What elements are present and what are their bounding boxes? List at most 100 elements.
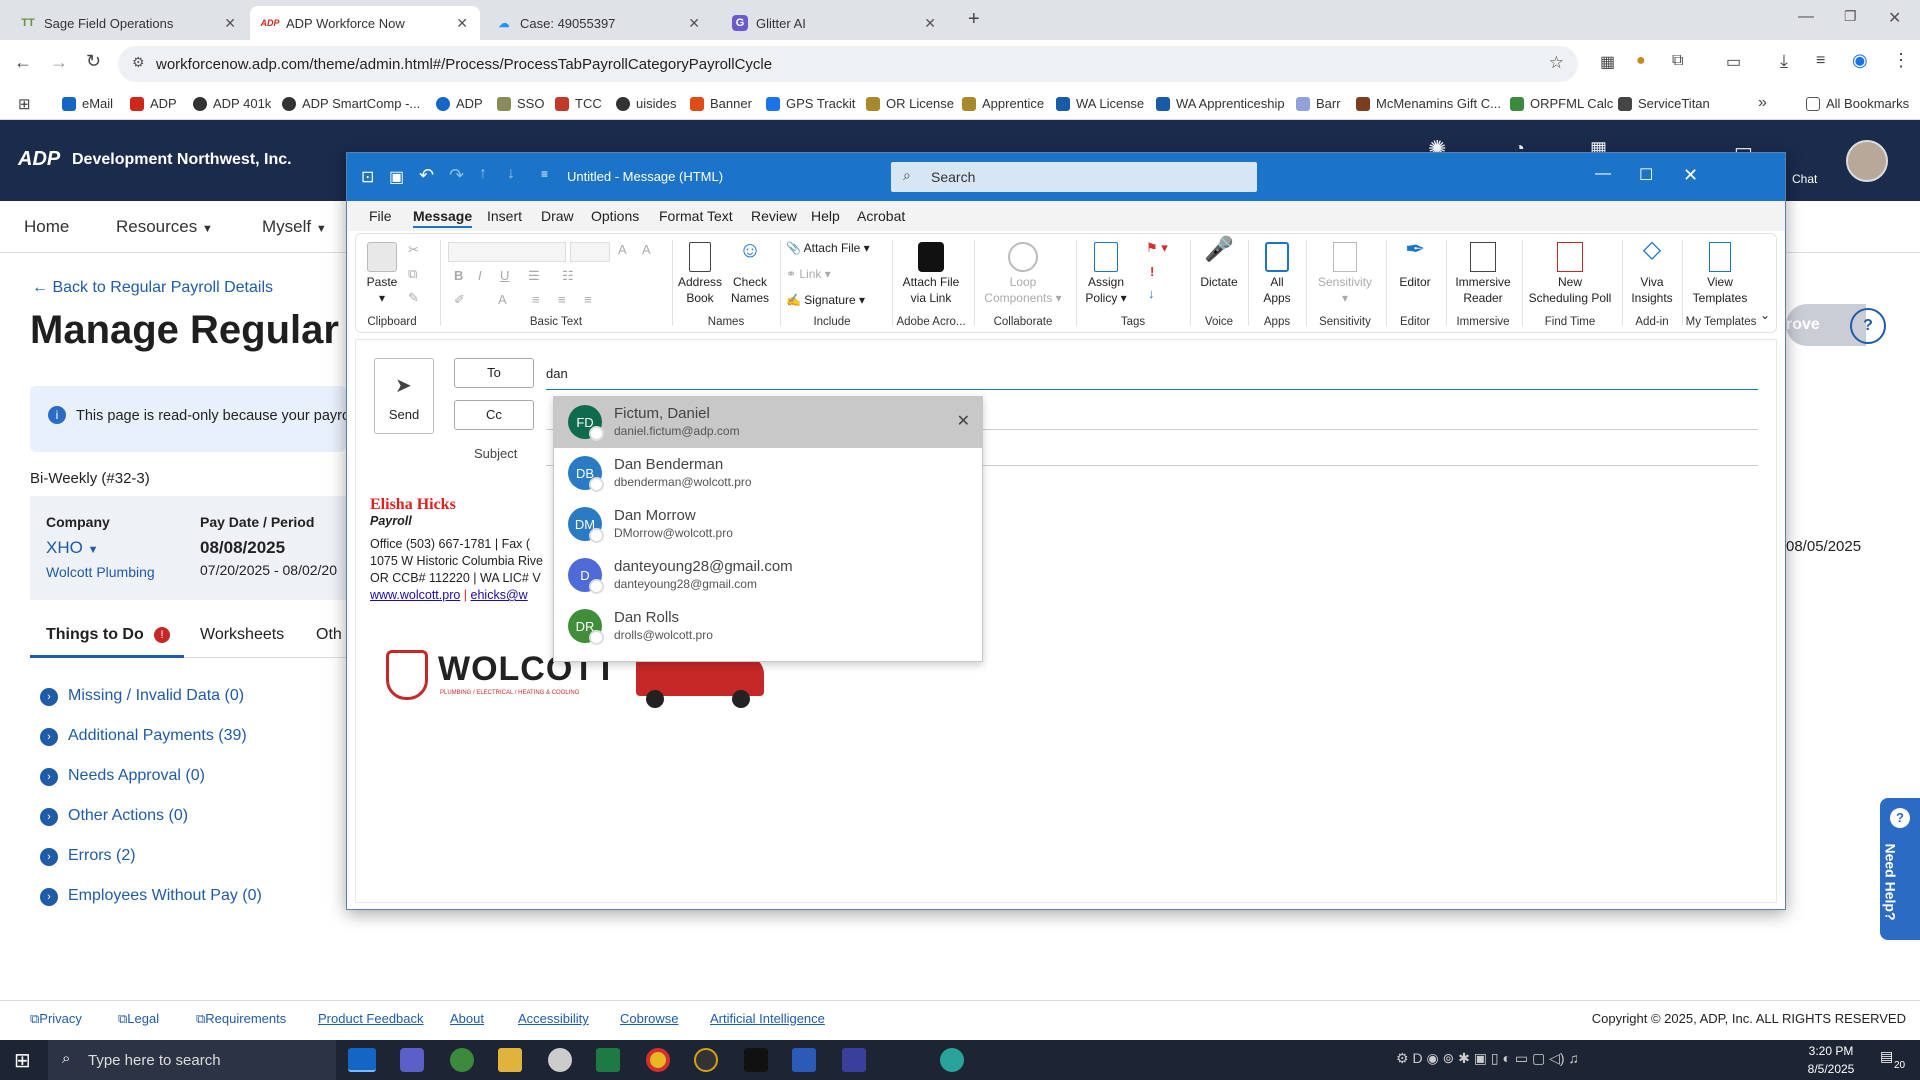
format-painter-icon[interactable]: ✎ [408,290,419,306]
bookmark-item[interactable]: Barr [1296,96,1341,111]
bookmark-item[interactable]: OR License [866,96,954,111]
chat-label[interactable]: Chat [1792,172,1817,186]
footer-link-requirements[interactable]: ⧉Requirements [196,1011,286,1027]
bookmark-star-icon[interactable]: ☆ [1549,53,1564,73]
to-button[interactable]: To [454,358,534,388]
menu-format-text[interactable]: Format Text [659,208,733,224]
nav-myself[interactable]: Myself ▼ [262,217,327,237]
menu-message[interactable]: Message [413,208,473,228]
copy-icon[interactable]: ⧉ [408,266,417,282]
align-left-icon[interactable]: ≡ [532,292,540,307]
ribbon-collapse-icon[interactable]: ⌄ [1760,308,1770,322]
back-link[interactable]: ← Back to Regular Payroll Details [32,279,273,297]
company-select[interactable]: XHO ▼ [46,538,98,558]
bookmark-item[interactable]: Apprentice [962,96,1044,111]
avatar[interactable] [1846,140,1888,182]
clock-date[interactable]: 8/5/2025 [1798,1062,1864,1076]
menu-kebab-icon[interactable]: ⋮ [1892,50,1910,71]
footer-link-cobrowse[interactable]: Cobrowse [620,1011,679,1026]
editor-button[interactable]: ✒ Editor [1390,238,1440,290]
nav-home[interactable]: Home [24,217,69,237]
file-explorer-taskbar-icon[interactable] [498,1048,522,1072]
all-bookmarks[interactable]: All Bookmarks [1806,96,1909,111]
bookmark-item[interactable]: ADP SmartComp -... [282,96,420,111]
minimize-icon[interactable]: — [1595,165,1611,183]
list-item[interactable]: › Other Actions (0) [40,796,262,836]
back-arrow-icon[interactable]: ← [14,52,32,73]
menu-draw[interactable]: Draw [541,208,574,224]
all-apps-button[interactable]: All Apps [1252,242,1302,306]
acrobat-taskbar-icon[interactable] [744,1048,768,1072]
font-color-icon[interactable]: A [498,292,507,307]
bookmark-item[interactable]: WA Apprenticeship [1156,96,1285,111]
highlight-icon[interactable]: ✐ [454,292,465,308]
windows-start-icon[interactable]: ⊞ [14,1048,31,1073]
font-size-select[interactable] [570,242,610,262]
scheduling-poll-button[interactable]: New Scheduling Poll [1524,242,1616,306]
adp-logo[interactable]: ADP [18,148,60,171]
send-button[interactable]: ➤ Send [374,358,434,434]
list-item[interactable]: › Missing / Invalid Data (0) [40,676,262,716]
menu-file[interactable]: File [369,208,392,224]
footer-link-ai[interactable]: Artificial Intelligence [710,1011,825,1026]
app-taskbar-icon[interactable] [694,1048,718,1072]
sage-taskbar-icon[interactable] [450,1048,474,1072]
download-icon[interactable]: ⤓ [1780,51,1788,72]
bookmark-item[interactable]: TCC [555,96,602,111]
cut-icon[interactable]: ✂ [408,242,419,258]
flag-icon[interactable]: ⚑ ▾ [1146,240,1168,256]
bookmark-item[interactable]: WA License [1056,96,1144,111]
profile-icon[interactable]: ◉ [1852,50,1868,71]
close-icon[interactable]: ✕ [1683,165,1698,186]
chatgpt-taskbar-icon[interactable] [940,1048,964,1072]
minimize-window-icon[interactable]: — [1798,8,1814,26]
align-center-icon[interactable]: ≡ [558,292,566,307]
close-tab-icon[interactable]: ✕ [924,15,936,32]
immersive-reader-button[interactable]: Immersive Reader [1450,242,1516,306]
more-bookmarks-icon[interactable]: » [1758,94,1767,112]
outlook-taskbar-icon[interactable] [348,1048,376,1072]
bookmark-item[interactable]: eMail [62,96,113,111]
media-icon[interactable]: ≡ [1816,52,1825,70]
app-taskbar-icon[interactable] [548,1048,572,1072]
taskbar-search-input[interactable]: ⌕ Type here to search [48,1040,336,1080]
new-tab-icon[interactable]: + [968,8,980,31]
paste-button[interactable]: Paste ▾ [362,242,402,306]
footer-link-legal[interactable]: ⧉Legal [118,1011,159,1027]
help-icon[interactable]: ? [1850,308,1886,344]
tab-sage[interactable]: TT Sage Field Operations ✕ [8,6,248,40]
notifications-icon[interactable]: ▤ [1880,1048,1893,1065]
high-importance-icon[interactable]: ! [1150,264,1154,279]
italic-icon[interactable]: I [478,268,482,283]
bookmark-item[interactable]: SSO [497,96,544,111]
search-input[interactable]: ⌕ Search [891,162,1257,192]
footer-link-feedback[interactable]: Product Feedback [318,1011,424,1026]
numbering-icon[interactable]: ☷ [562,268,574,284]
down-arrow-icon[interactable]: ↓ [507,165,515,183]
suggestion-item[interactable]: FD Fictum, Daniel daniel.fictum@adp.com … [554,397,982,448]
bookmark-item[interactable]: ORPFML Calc [1510,96,1613,111]
low-importance-icon[interactable]: ↓ [1148,286,1155,301]
clock-time[interactable]: 3:20 PM [1798,1044,1864,1058]
site-info-icon[interactable]: ⚙ [132,54,145,71]
bookmark-item[interactable]: ADP [436,96,483,111]
footer-link-accessibility[interactable]: Accessibility [518,1011,589,1026]
system-tray-icons[interactable]: ⚙ D ◉ ⊚ ✱ ▣ ▯ ◐ ▭ ▢ ◁) ♫ [1396,1050,1579,1067]
check-names-button[interactable]: ☺ Check Names [726,239,774,306]
assign-policy-button[interactable]: Assign Policy ▾ [1080,242,1132,306]
bullets-icon[interactable]: ☰ [528,268,540,284]
tab-worksheets[interactable]: Worksheets [200,626,284,644]
bookmark-item[interactable]: Banner [690,96,752,111]
menu-options[interactable]: Options [591,208,639,224]
view-templates-button[interactable]: View Templates [1686,242,1754,306]
bookmark-item[interactable]: uisides [616,96,676,111]
up-arrow-icon[interactable]: ↑ [479,165,487,183]
word-taskbar-icon[interactable] [792,1048,816,1072]
suggestion-item[interactable]: DM Dan Morrow DMorrow@wolcott.pro [554,499,982,550]
suggestion-item[interactable]: DB Dan Benderman dbenderman@wolcott.pro [554,448,982,499]
close-tab-icon[interactable]: ✕ [456,15,468,32]
suggestion-item[interactable]: D danteyoung28@gmail.com danteyoung28@gm… [554,550,982,601]
tab-adp[interactable]: ADP ADP Workforce Now ✕ [250,6,480,40]
app-taskbar-icon[interactable] [842,1048,866,1072]
list-item[interactable]: › Employees Without Pay (0) [40,876,262,916]
